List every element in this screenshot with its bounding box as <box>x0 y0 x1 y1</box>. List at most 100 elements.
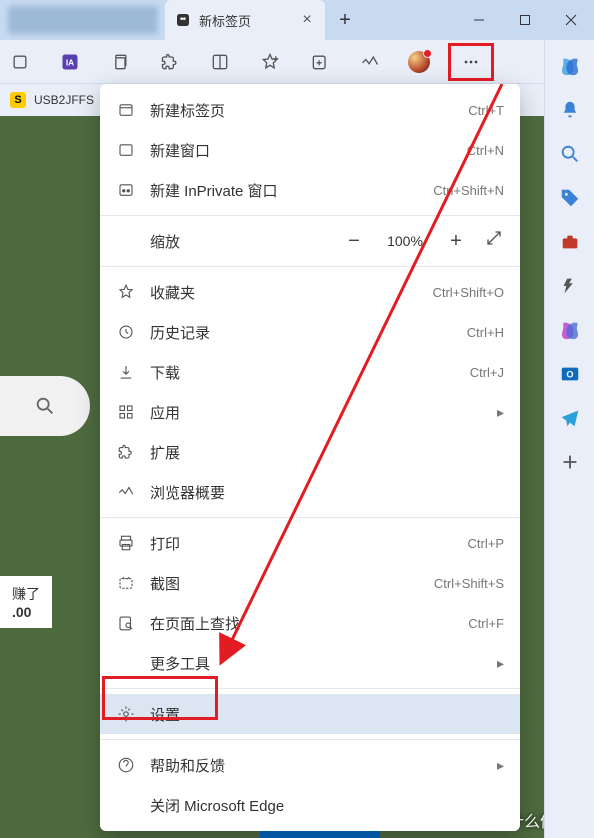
find-icon <box>116 614 136 632</box>
titlebar: 新标签页 × + <box>0 0 594 40</box>
minimize-button[interactable] <box>456 0 502 40</box>
menu-separator <box>100 739 520 740</box>
menu-label: 新建窗口 <box>150 140 453 161</box>
fullscreen-icon[interactable] <box>484 229 504 253</box>
toolbar-split-icon[interactable] <box>208 50 232 74</box>
zoom-in-button[interactable]: + <box>446 230 466 253</box>
menu-label: 历史记录 <box>150 322 453 343</box>
settings-dropdown-menu: 新建标签页 Ctrl+T 新建窗口 Ctrl+N 新建 InPrivate 窗口… <box>100 84 520 831</box>
menu-label: 截图 <box>150 573 420 594</box>
toolbar: IA <box>0 40 594 84</box>
menu-new-inprivate[interactable]: 新建 InPrivate 窗口 Ctrl+Shift+N <box>100 170 520 210</box>
browser-tab[interactable]: 新标签页 × <box>165 0 325 40</box>
zoom-value: 100% <box>382 233 428 249</box>
menu-apps[interactable]: 应用 ▸ <box>100 392 520 432</box>
menu-history[interactable]: 历史记录 Ctrl+H <box>100 312 520 352</box>
menu-label: 缩放 <box>150 231 330 252</box>
menu-new-window[interactable]: 新建窗口 Ctrl+N <box>100 130 520 170</box>
gear-icon <box>116 705 136 723</box>
history-icon <box>116 323 136 341</box>
menu-label: 浏览器概要 <box>150 482 504 503</box>
tools-icon[interactable] <box>558 230 582 254</box>
toolbar-home-icon[interactable] <box>8 50 32 74</box>
menu-print[interactable]: 打印 Ctrl+P <box>100 523 520 563</box>
bell-icon[interactable] <box>558 98 582 122</box>
menu-label: 扩展 <box>150 442 504 463</box>
menu-label: 帮助和反馈 <box>150 755 483 776</box>
new-tab-button[interactable]: + <box>325 0 365 40</box>
download-icon <box>116 363 136 381</box>
search-sidebar-icon[interactable] <box>558 142 582 166</box>
m365-icon[interactable] <box>558 318 582 342</box>
menu-favorites[interactable]: 收藏夹 Ctrl+Shift+O <box>100 272 520 312</box>
toolbar-favorites-icon[interactable] <box>258 50 282 74</box>
menu-extensions[interactable]: 扩展 <box>100 432 520 472</box>
toolbar-collections-icon[interactable] <box>308 50 332 74</box>
apps-icon <box>116 403 136 421</box>
tab-title: 新标签页 <box>199 11 291 30</box>
more-button-highlight <box>448 43 494 81</box>
shopping-tag-icon[interactable] <box>558 186 582 210</box>
inprivate-icon <box>116 181 136 199</box>
menu-shortcut: Ctrl+F <box>468 616 504 631</box>
menu-shortcut: Ctrl+N <box>467 143 504 158</box>
search-pill[interactable] <box>0 376 90 436</box>
star-icon <box>116 283 136 301</box>
tab-close-icon[interactable]: × <box>299 11 315 29</box>
blurred-region <box>8 6 158 34</box>
menu-shortcut: Ctrl+Shift+S <box>434 576 504 591</box>
menu-shortcut: Ctrl+Shift+N <box>433 183 504 198</box>
menu-downloads[interactable]: 下载 Ctrl+J <box>100 352 520 392</box>
plus-icon: + <box>339 9 351 32</box>
menu-label: 在页面上查找 <box>150 613 454 634</box>
menu-more-tools[interactable]: 更多工具 ▸ <box>100 643 520 683</box>
games-icon[interactable] <box>558 274 582 298</box>
menu-find[interactable]: 在页面上查找 Ctrl+F <box>100 603 520 643</box>
menu-essentials[interactable]: 浏览器概要 <box>100 472 520 512</box>
menu-label: 更多工具 <box>150 653 483 674</box>
menu-label: 打印 <box>150 533 454 554</box>
menu-label: 应用 <box>150 402 483 423</box>
maximize-button[interactable] <box>502 0 548 40</box>
add-sidebar-icon[interactable] <box>558 450 582 474</box>
menu-separator <box>100 688 520 689</box>
menu-close-edge[interactable]: 关闭 Microsoft Edge <box>100 785 520 825</box>
menu-label: 设置 <box>150 704 504 725</box>
menu-separator <box>100 266 520 267</box>
menu-screenshot[interactable]: 截图 Ctrl+Shift+S <box>100 563 520 603</box>
menu-shortcut: Ctrl+J <box>470 365 504 380</box>
menu-label: 收藏夹 <box>150 282 418 303</box>
menu-settings[interactable]: 设置 <box>100 694 520 734</box>
outlook-icon[interactable]: O <box>558 362 582 386</box>
earn-box: 赚了 .00 <box>0 576 52 628</box>
menu-help[interactable]: 帮助和反馈 ▸ <box>100 745 520 785</box>
toolbar-ia-icon[interactable]: IA <box>58 50 82 74</box>
zoom-out-button[interactable]: − <box>344 230 364 253</box>
menu-shortcut: Ctrl+Shift+O <box>432 285 504 300</box>
menu-label: 新建标签页 <box>150 100 454 121</box>
tab-favicon-icon <box>175 12 191 28</box>
more-menu-button[interactable] <box>459 50 483 74</box>
window-controls <box>365 0 594 40</box>
menu-separator <box>100 215 520 216</box>
toolbar-performance-icon[interactable] <box>358 50 382 74</box>
toolbar-extensions-icon[interactable] <box>158 50 182 74</box>
menu-shortcut: Ctrl+T <box>468 103 504 118</box>
svg-text:IA: IA <box>66 57 74 67</box>
toolbar-copy-icon[interactable] <box>108 50 132 74</box>
help-icon <box>116 756 136 774</box>
print-icon <box>116 534 136 552</box>
menu-new-tab[interactable]: 新建标签页 Ctrl+T <box>100 90 520 130</box>
profile-avatar[interactable] <box>408 51 430 73</box>
menu-separator <box>100 517 520 518</box>
new-tab-icon <box>116 101 136 119</box>
menu-label: 下载 <box>150 362 456 383</box>
bookmark-item[interactable]: USB2JFFS <box>34 93 94 107</box>
menu-label: 新建 InPrivate 窗口 <box>150 180 419 201</box>
bookmark-favicon-icon: S <box>10 92 26 108</box>
copilot-icon[interactable] <box>558 54 582 78</box>
menu-zoom: 缩放 − 100% + <box>100 221 520 261</box>
extensions-icon <box>116 443 136 461</box>
close-window-button[interactable] <box>548 0 594 40</box>
telegram-icon[interactable] <box>558 406 582 430</box>
